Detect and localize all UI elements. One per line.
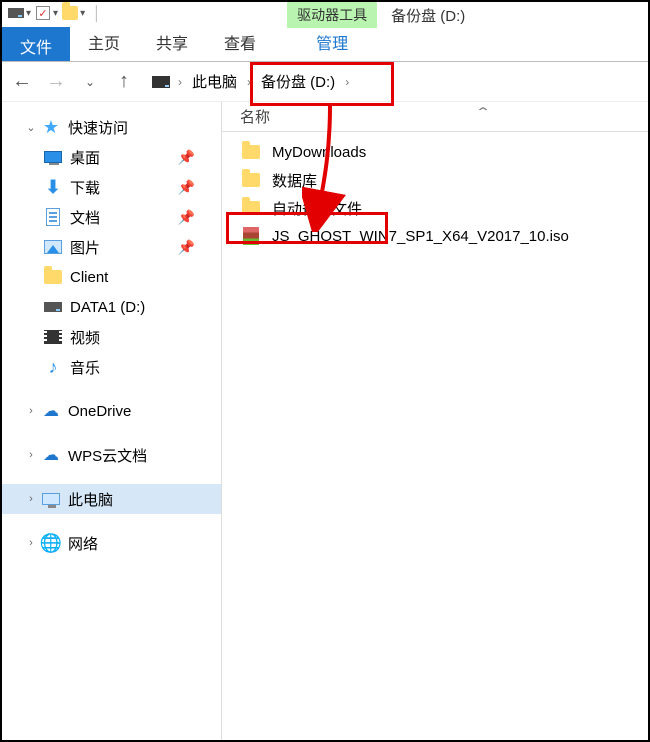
file-item[interactable]: 自动备份文件 [222, 194, 648, 222]
music-icon: ♪ [42, 356, 64, 378]
wps-cloud-icon: ☁ [40, 444, 62, 466]
onedrive-icon: ☁ [40, 400, 62, 422]
window-title: 备份盘 (D:) [377, 2, 648, 26]
sidebar-item-label: 快速访问 [68, 117, 128, 138]
tab-file[interactable]: 文件 [2, 27, 70, 61]
pin-icon: 📌 [178, 149, 195, 166]
drive-icon [152, 76, 170, 88]
chevron-right-icon[interactable]: › [174, 75, 186, 89]
download-icon: ⬇ [42, 176, 64, 198]
back-button[interactable]: ← [10, 67, 34, 97]
sidebar-item-desktop[interactable]: 桌面 📌 [2, 142, 221, 172]
properties-checkbox-icon[interactable]: ✓ [35, 5, 51, 21]
file-item[interactable]: MyDownloads [222, 138, 648, 166]
document-icon [42, 206, 64, 228]
sidebar-item-documents[interactable]: 文档 📌 [2, 202, 221, 232]
sidebar-item-label: 此电脑 [68, 489, 113, 510]
ribbon-tabs: 文件 主页 共享 查看 管理 [2, 28, 648, 62]
sort-indicator-icon: ⌃ [475, 105, 491, 119]
content-area: ⌄ ★ 快速访问 桌面 📌 ⬇ 下载 📌 文档 📌 图片 [2, 102, 648, 740]
sidebar-item-music[interactable]: ♪ 音乐 [2, 352, 221, 382]
expand-icon[interactable]: › [24, 449, 38, 461]
folder-icon [240, 197, 262, 219]
expand-icon[interactable]: › [24, 493, 38, 505]
video-icon [42, 326, 64, 348]
sidebar-item-label: DATA1 (D:) [70, 299, 145, 316]
drive-icon [42, 296, 64, 318]
column-header-name[interactable]: 名称 ⌃ [222, 102, 648, 132]
up-button[interactable]: ↑ [112, 67, 136, 97]
pin-icon: 📌 [178, 209, 195, 226]
sidebar-item-client[interactable]: Client [2, 262, 221, 292]
pc-icon [40, 488, 62, 510]
navigation-bar: ← → ⌄ ↑ › 此电脑 › 备份盘 (D:) › [2, 62, 648, 102]
sidebar-item-label: 图片 [70, 237, 100, 258]
network-icon: 🌐 [40, 532, 62, 554]
picture-icon [42, 236, 64, 258]
star-icon: ★ [40, 116, 62, 138]
expand-icon[interactable]: › [24, 537, 38, 549]
file-view: 名称 ⌃ MyDownloads 数据库自动备份文件 JS_GHOST_WIN7_S… [222, 102, 648, 740]
customize-qat-icon[interactable]: ▾ [80, 8, 85, 19]
quick-access-toolbar: ▾ ✓ ▾ ▾ │ [2, 2, 111, 21]
file-name: JS_GHOST_WIN7_SP1_X64_V2017_10.iso [272, 228, 569, 245]
sidebar-item-label: 桌面 [70, 147, 100, 168]
file-list[interactable]: MyDownloads 数据库自动备份文件 JS_GHOST_WIN7_SP1_X6… [222, 132, 648, 250]
chevron-right-icon[interactable]: › [341, 75, 353, 89]
sidebar-item-label: WPS云文档 [68, 445, 147, 466]
column-header-label: 名称 [240, 106, 270, 127]
address-bar[interactable]: › 此电脑 › 备份盘 (D:) › [152, 67, 353, 96]
file-name: 自动备份文件 [272, 198, 362, 219]
drive-icon [8, 5, 24, 21]
file-item[interactable]: 数据库 [222, 166, 648, 194]
breadcrumb-drive[interactable]: 备份盘 (D:) [259, 67, 337, 96]
tab-manage[interactable]: 管理 [298, 24, 366, 61]
desktop-icon [42, 146, 64, 168]
tab-home[interactable]: 主页 [70, 24, 138, 61]
sidebar-item-wps[interactable]: › ☁ WPS云文档 [2, 440, 221, 470]
folder-icon [240, 141, 262, 163]
chevron-right-icon[interactable]: › [243, 75, 255, 89]
sidebar-item-network[interactable]: › 🌐 网络 [2, 528, 221, 558]
sidebar-item-label: 文档 [70, 207, 100, 228]
separator-icon: │ [89, 5, 105, 21]
dropdown-icon[interactable]: ▾ [53, 8, 58, 19]
sidebar-item-data1[interactable]: DATA1 (D:) [2, 292, 221, 322]
sidebar-item-label: 下载 [70, 177, 100, 198]
folder-icon [240, 169, 262, 191]
folder-icon [62, 5, 78, 21]
tab-share[interactable]: 共享 [138, 24, 206, 61]
archive-icon [240, 225, 262, 247]
sidebar-item-label: Client [70, 269, 108, 286]
tab-view[interactable]: 查看 [206, 24, 274, 61]
folder-icon [42, 266, 64, 288]
file-item[interactable]: JS_GHOST_WIN7_SP1_X64_V2017_10.iso [222, 222, 648, 250]
sidebar-item-label: 音乐 [70, 357, 100, 378]
pin-icon: 📌 [178, 179, 195, 196]
sidebar-item-label: 网络 [68, 533, 98, 554]
dropdown-icon[interactable]: ▾ [26, 8, 31, 19]
expand-icon[interactable]: ⌄ [24, 121, 38, 134]
sidebar-item-downloads[interactable]: ⬇ 下载 📌 [2, 172, 221, 202]
navigation-pane[interactable]: ⌄ ★ 快速访问 桌面 📌 ⬇ 下载 📌 文档 📌 图片 [2, 102, 222, 740]
sidebar-item-label: OneDrive [68, 403, 131, 420]
sidebar-item-this-pc[interactable]: › 此电脑 [2, 484, 221, 514]
sidebar-item-videos[interactable]: 视频 [2, 322, 221, 352]
pin-icon: 📌 [178, 239, 195, 256]
expand-icon[interactable]: › [24, 405, 38, 417]
forward-button[interactable]: → [44, 67, 68, 97]
sidebar-item-quick-access[interactable]: ⌄ ★ 快速访问 [2, 112, 221, 142]
sidebar-item-label: 视频 [70, 327, 100, 348]
breadcrumb-this-pc[interactable]: 此电脑 [190, 67, 239, 96]
file-name: 数据库 [272, 170, 317, 191]
sidebar-item-pictures[interactable]: 图片 📌 [2, 232, 221, 262]
sidebar-item-onedrive[interactable]: › ☁ OneDrive [2, 396, 221, 426]
file-name: MyDownloads [272, 144, 366, 161]
recent-locations-icon[interactable]: ⌄ [78, 67, 102, 97]
